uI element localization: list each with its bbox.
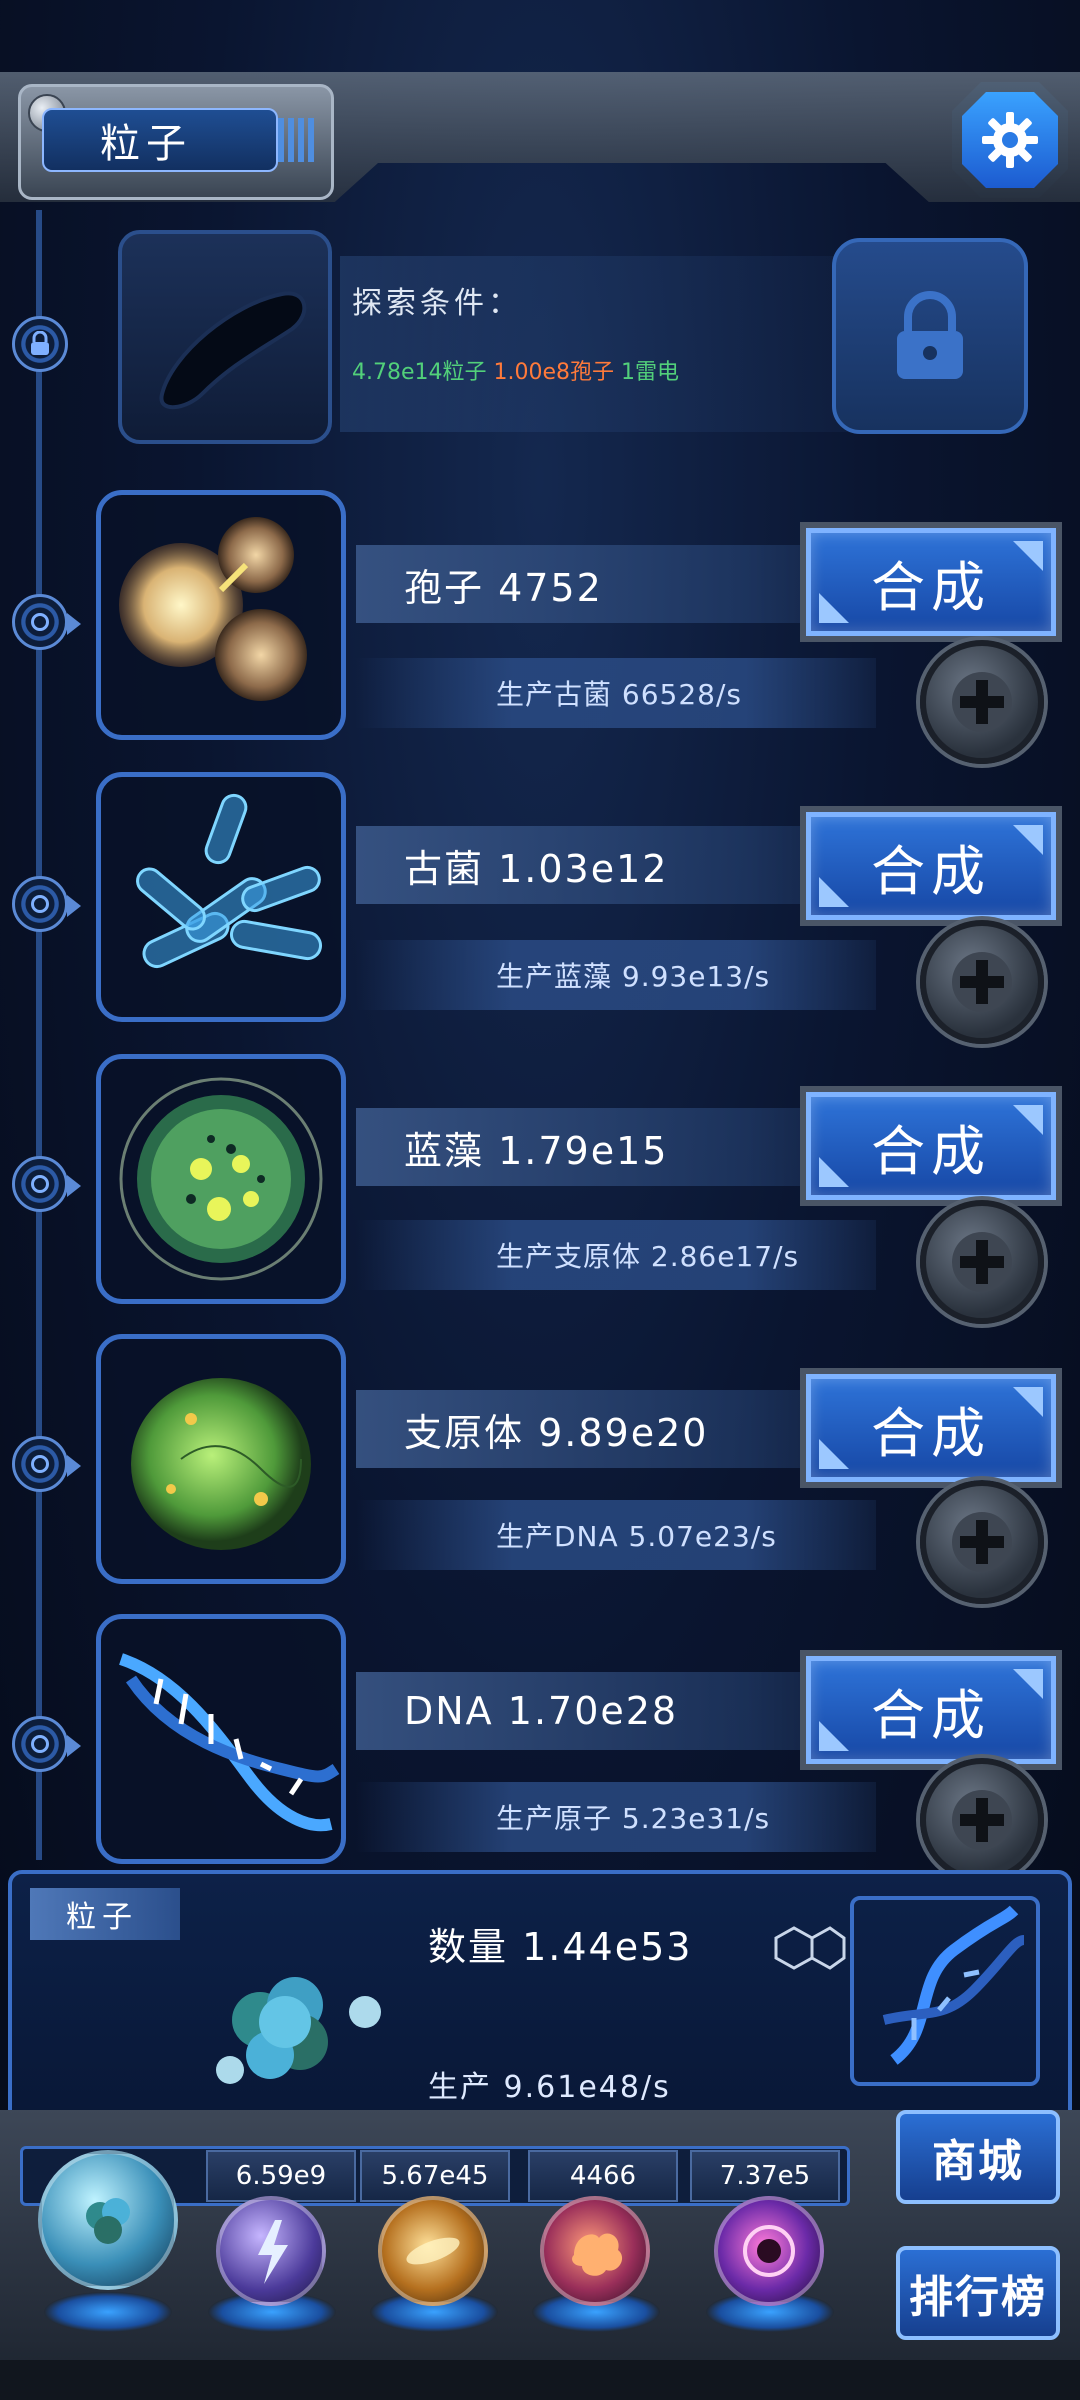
cyanobacteria-card (96, 1054, 346, 1304)
stripes-decoration (278, 118, 318, 162)
mycoplasma-icon (131, 1378, 311, 1550)
rail-lock-node (12, 316, 68, 372)
silhouette-icon (159, 291, 307, 410)
dock-base (0, 2360, 1080, 2400)
plus-icon (952, 1232, 1012, 1292)
synthesize-button[interactable]: 合成 (806, 812, 1056, 920)
lightning-icon (258, 2220, 288, 2284)
rail-node (12, 594, 81, 650)
resource-count: 5.67e45 (360, 2150, 510, 2202)
particle-production: 生产 9.61e48/s (428, 2070, 671, 2105)
add-button[interactable] (920, 920, 1044, 1044)
locked-button[interactable] (832, 238, 1028, 434)
molecule-icon (774, 1926, 846, 1970)
dna-helix-icon (882, 1905, 1026, 2065)
particle-tag: 粒子 (30, 1888, 180, 1940)
resource-count: 7.37e5 (690, 2150, 840, 2202)
archaea-icon (136, 793, 323, 969)
particle-tab[interactable] (38, 2150, 178, 2290)
condition-particle: 4.78e14粒子 (352, 360, 487, 385)
item-production: 生产蓝藻 9.93e13/s (356, 940, 876, 1010)
page-title: 粒子 (42, 108, 278, 172)
add-button[interactable] (920, 1480, 1044, 1604)
plus-icon (952, 1512, 1012, 1572)
brain-icon (572, 2233, 623, 2276)
nebula-tab[interactable] (378, 2196, 488, 2306)
leaderboard-button[interactable]: 排行榜 (896, 2246, 1060, 2340)
dna-card (96, 1614, 346, 1864)
shop-button[interactable]: 商城 (896, 2110, 1060, 2204)
rail-node (12, 1156, 81, 1212)
condition-label: 探索条件： (352, 286, 522, 321)
synthesize-button[interactable]: 合成 (806, 1656, 1056, 1764)
particle-quantity: 数量 1.44e53 (428, 1925, 693, 1969)
synthesize-button[interactable]: 合成 (806, 1092, 1056, 1200)
add-button[interactable] (920, 1758, 1044, 1882)
dna-icon (119, 1653, 340, 1832)
particle-cluster-icon (216, 1977, 381, 2084)
resource-count: 4466 (528, 2150, 678, 2202)
lock-icon (897, 291, 963, 379)
item-production: 生产古菌 66528/s (356, 658, 876, 728)
archaea-card (96, 772, 346, 1022)
item-production: 生产支原体 2.86e17/s (356, 1220, 876, 1290)
add-button[interactable] (920, 1200, 1044, 1324)
item-production: 生产原子 5.23e31/s (356, 1782, 876, 1852)
vortex-tab[interactable] (714, 2196, 824, 2306)
plus-icon (952, 1790, 1012, 1850)
add-button[interactable] (920, 640, 1044, 764)
condition-thunder: 1雷电 (621, 360, 680, 385)
condition-list: 4.78e14粒子 1.00e8孢子 1雷电 (352, 354, 679, 386)
cyanobacteria-icon (119, 1077, 323, 1281)
lock-icon (31, 331, 49, 355)
rail-node (12, 876, 81, 932)
item-production: 生产DNA 5.07e23/s (356, 1500, 876, 1570)
brain-tab[interactable] (540, 2196, 650, 2306)
vortex-icon (743, 2225, 795, 2277)
plus-icon (952, 672, 1012, 732)
gear-icon (982, 112, 1038, 168)
locked-item-card (118, 230, 332, 444)
orb-pedestal (44, 2292, 172, 2332)
resource-count: 6.59e9 (206, 2150, 356, 2202)
plus-icon (952, 952, 1012, 1012)
progress-rail (36, 210, 42, 1860)
settings-button-face[interactable] (962, 92, 1058, 188)
rail-node (12, 1716, 81, 1772)
synthesize-button[interactable]: 合成 (806, 1374, 1056, 1482)
spore-icon (119, 517, 307, 701)
synthesize-button[interactable]: 合成 (806, 528, 1056, 636)
particle-orb-icon (86, 2198, 130, 2244)
spore-card (96, 490, 346, 740)
condition-spore: 1.00e8孢子 (493, 360, 615, 385)
lightning-tab[interactable] (216, 2196, 326, 2306)
rail-node (12, 1436, 81, 1492)
mycoplasma-card (96, 1334, 346, 1584)
dna-frame (850, 1896, 1040, 2086)
nebula-icon (406, 2237, 460, 2265)
